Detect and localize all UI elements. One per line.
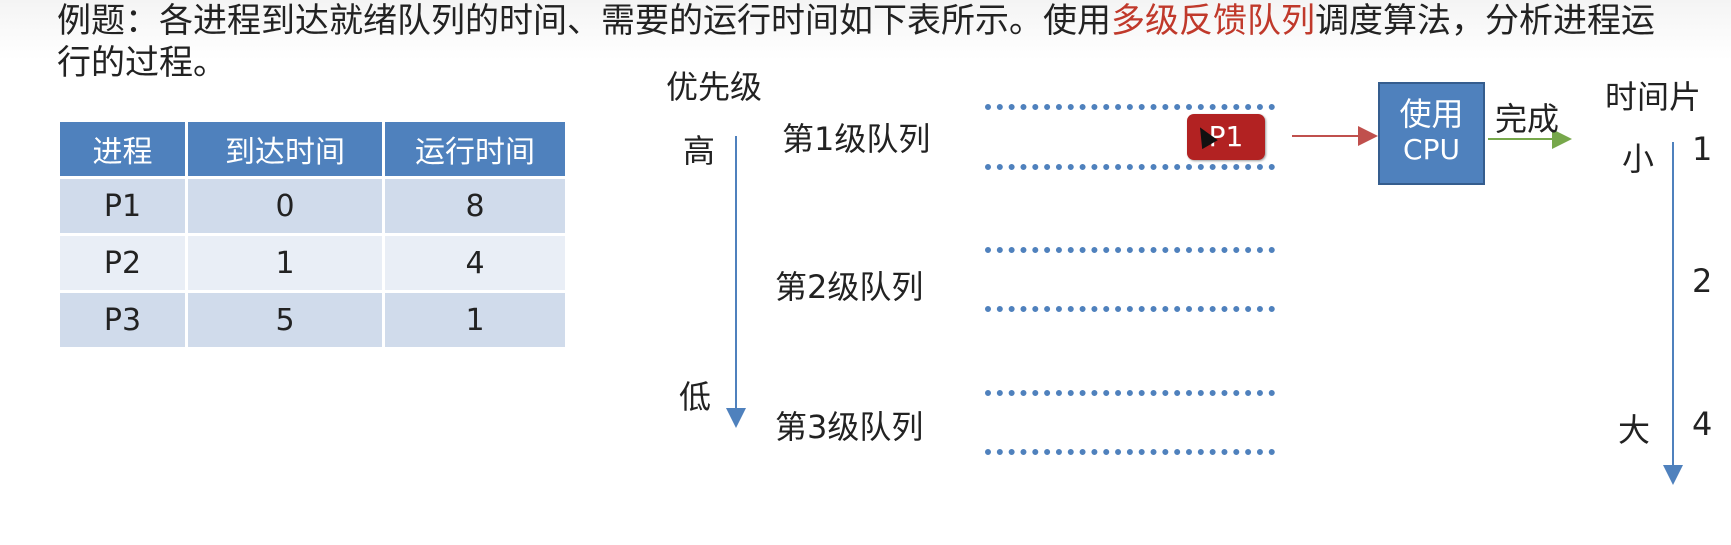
timeslice-label: 时间片 — [1605, 78, 1702, 116]
cpu-label-line1: 使用 — [1399, 95, 1464, 133]
timeslice-value-1: 1 — [1692, 130, 1713, 168]
cpu-box: 使用 CPU — [1378, 82, 1485, 185]
cpu-label-line2: CPU — [1403, 133, 1460, 166]
timeslice-small-label: 小 — [1622, 140, 1655, 178]
timeslice-large-label: 大 — [1618, 411, 1651, 449]
timeslice-value-4: 4 — [1692, 405, 1713, 443]
timeslice-value-2: 2 — [1692, 262, 1713, 300]
done-label: 完成 — [1495, 100, 1560, 138]
